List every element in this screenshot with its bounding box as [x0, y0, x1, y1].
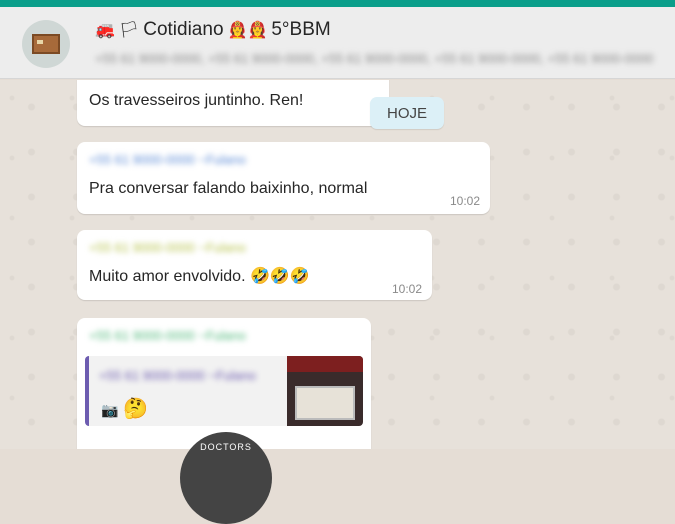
- quoted-photo-thumbnail[interactable]: [287, 356, 363, 426]
- camera-icon: 📷: [101, 402, 119, 418]
- message-text: Os travesseiros juntinho. Ren!: [89, 92, 304, 109]
- message-text: Pra conversar falando baixinho, normal: [89, 180, 368, 197]
- participants-list: +55 61 9000-0000, +55 61 9000-0000, +55 …: [95, 51, 654, 66]
- chat-title[interactable]: 🚒 🏳 Cotidiano 👩‍🚒👩‍🚒 5°BBM: [95, 19, 331, 41]
- message-bubble[interactable]: +55 61 9000-0000 ~Fulano Muito amor envo…: [77, 230, 432, 300]
- chat-suffix: 5°BBM: [271, 19, 331, 40]
- watermark-text: DOCTORS: [200, 442, 252, 452]
- firefighter-icon: 👩‍🚒👩‍🚒: [227, 22, 268, 39]
- message-bubble[interactable]: +55 61 9000-0000 ~Fulano Pra conversar f…: [77, 142, 490, 214]
- message-text: Muito amor envolvido. 🤣🤣🤣: [89, 268, 310, 285]
- quoted-sender: +55 61 9000-0000 ~Fulano: [99, 368, 256, 383]
- message-bubble[interactable]: +55 61 9000-0000 ~Fulano +55 61 9000-000…: [77, 318, 371, 449]
- quoted-message[interactable]: +55 61 9000-0000 ~Fulano 📷 🤔: [85, 356, 363, 426]
- flag-icon: 🏳: [118, 22, 140, 39]
- chat-name: Cotidiano: [143, 19, 224, 40]
- package-icon: [32, 34, 60, 54]
- message-sender[interactable]: +55 61 9000-0000 ~Fulano: [89, 152, 246, 167]
- message-time: 10:02: [391, 282, 422, 296]
- thinking-face-icon: 🤔: [123, 398, 148, 420]
- message-sender[interactable]: +55 61 9000-0000 ~Fulano: [89, 240, 246, 255]
- top-accent-bar: [0, 0, 675, 7]
- fire-truck-icon: 🚒: [95, 22, 115, 39]
- message-time: 10:02: [449, 194, 480, 208]
- date-divider: HOJE: [370, 97, 444, 129]
- watermark-logo: DOCTORS: [180, 432, 272, 524]
- message-bubble[interactable]: Os travesseiros juntinho. Ren!: [77, 80, 389, 126]
- group-avatar[interactable]: [22, 20, 70, 68]
- message-sender[interactable]: +55 61 9000-0000 ~Fulano: [89, 328, 246, 343]
- chat-header[interactable]: 🚒 🏳 Cotidiano 👩‍🚒👩‍🚒 5°BBM +55 61 9000-0…: [0, 7, 675, 79]
- conversation-pane[interactable]: Os travesseiros juntinho. Ren! HOJE +55 …: [0, 80, 675, 449]
- bed-mattress: [295, 386, 355, 420]
- headboard: [287, 356, 363, 372]
